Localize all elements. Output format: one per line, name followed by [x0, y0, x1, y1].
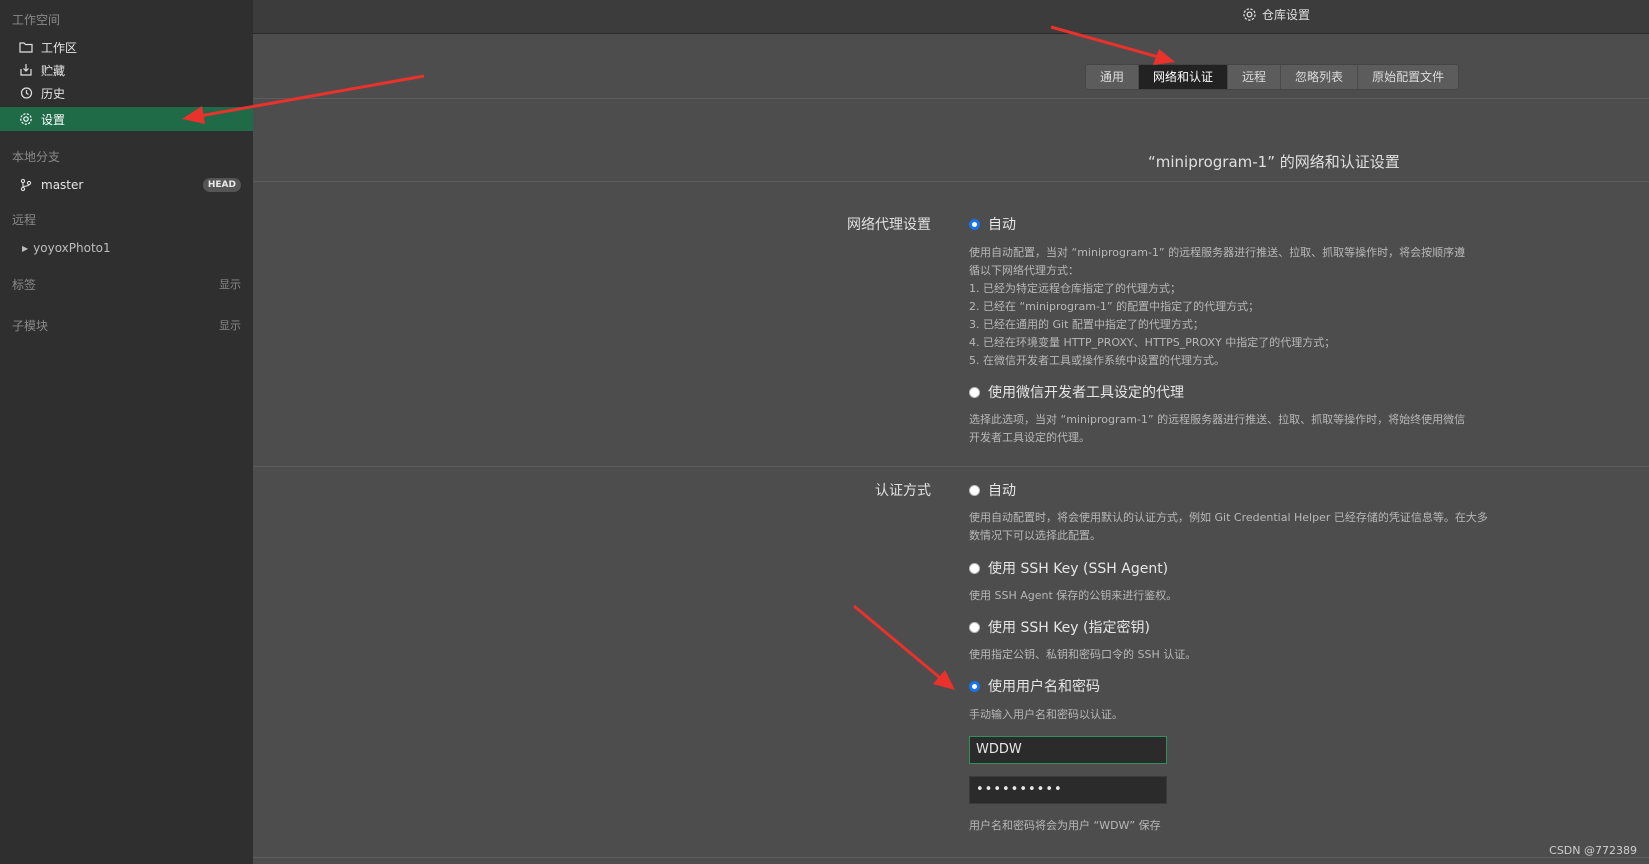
radio-selected-icon[interactable]: [969, 680, 980, 692]
remote-section-title: 远程: [12, 213, 37, 227]
gear-icon: [1242, 7, 1257, 22]
proxy-wechat-label: 使用微信开发者工具设定的代理: [988, 385, 1184, 401]
radio-selected-icon[interactable]: [969, 218, 980, 230]
sidebar-item-settings[interactable]: 设置: [0, 107, 253, 131]
desc-line: 4. 已经在环境变量 HTTP_PROXY、HTTPS_PROXY 中指定了的代…: [969, 336, 1336, 349]
divider: [253, 857, 1649, 858]
username-input[interactable]: WDDW: [969, 736, 1167, 764]
tab-raw-config[interactable]: 原始配置文件: [1358, 65, 1458, 89]
auth-ssh-agent-description: 使用 SSH Agent 保存的公钥来进行鉴权。: [969, 589, 1178, 602]
sidebar-item-history[interactable]: 历史: [0, 81, 253, 105]
auth-ssh-agent-label: 使用 SSH Key (SSH Agent): [988, 561, 1169, 577]
auth-ssh-agent-option[interactable]: 使用 SSH Key (SSH Agent): [969, 558, 1168, 578]
tab-network-auth[interactable]: 网络和认证: [1139, 65, 1229, 89]
auth-ssh-key-description: 使用指定公钥、私钥和密码口令的 SSH 认证。: [969, 648, 1197, 661]
sidebar-item-label: 设置: [41, 112, 66, 127]
stash-icon: [19, 63, 33, 77]
settings-tabs: 通用 网络和认证 远程 忽略列表 原始配置文件: [1085, 64, 1460, 90]
desc-line: 循以下网络代理方式：: [969, 264, 1079, 277]
desc-line: 2. 已经在 “miniprogram-1” 的配置中指定了的代理方式；: [969, 300, 1260, 313]
desc-line: 使用自动配置，当对 “miniprogram-1” 的远程服务器进行推送、拉取、…: [969, 246, 1466, 259]
sidebar-item-label: 历史: [41, 86, 66, 101]
topbar: [253, 0, 1649, 34]
auth-userpass-description: 手动输入用户名和密码以认证。: [969, 708, 1123, 721]
local-branches-title: 本地分支: [12, 150, 61, 164]
tags-show-toggle[interactable]: 显示: [219, 276, 241, 292]
branch-item-master[interactable]: master HEAD: [0, 173, 253, 197]
sidebar-item-label: 贮藏: [41, 63, 66, 78]
auth-auto-label: 自动: [988, 483, 1016, 499]
tab-ignore-list[interactable]: 忽略列表: [1281, 65, 1359, 89]
radio-unselected-icon[interactable]: [969, 621, 980, 633]
branch-icon: [19, 178, 33, 192]
proxy-auto-option[interactable]: 自动: [969, 214, 1016, 234]
desc-line: 1. 已经为特定远程仓库指定了的代理方式；: [969, 282, 1181, 295]
proxy-settings-label: 网络代理设置: [847, 217, 931, 233]
watermark: CSDN @772389: [1549, 844, 1637, 857]
desc-line: 使用自动配置时，将会使用默认的认证方式，例如 Git Credential He…: [969, 511, 1488, 524]
auth-method-label: 认证方式: [875, 483, 931, 499]
caret-right-icon: ▶: [22, 243, 29, 253]
sidebar: 工作空间 工作区 贮藏 历史 设置 本地分支 master HEAD 远程 ▶ …: [0, 0, 253, 864]
auth-userpass-label: 使用用户名和密码: [988, 679, 1100, 695]
gear-icon: [19, 112, 33, 126]
desc-line: 开发者工具设定的代理。: [969, 431, 1090, 444]
window-title: 仓库设置: [1242, 6, 1310, 23]
sidebar-item-label: 工作区: [41, 40, 78, 55]
divider: [253, 466, 1649, 467]
tab-remote[interactable]: 远程: [1228, 65, 1282, 89]
password-input[interactable]: ••••••••••: [969, 776, 1167, 804]
workspace-section-title: 工作空间: [12, 13, 61, 27]
sidebar-item-stash[interactable]: 贮藏: [0, 58, 253, 82]
tab-general[interactable]: 通用: [1086, 65, 1140, 89]
submodules-show-toggle[interactable]: 显示: [219, 317, 241, 333]
proxy-auto-description: 使用自动配置，当对 “miniprogram-1” 的远程服务器进行推送、拉取、…: [969, 244, 1529, 370]
credential-save-note: 用户名和密码将会为用户 “WDW” 保存: [969, 819, 1161, 832]
arrow-to-userpass: [853, 604, 955, 690]
divider: [253, 181, 1649, 182]
tags-section-title: 标签: [12, 278, 37, 292]
auth-userpass-option[interactable]: 使用用户名和密码: [969, 676, 1100, 696]
folder-icon: [19, 40, 33, 54]
remote-name: yoyoxPhoto1: [33, 241, 111, 255]
desc-line: 数情况下可以选择此配置。: [969, 529, 1101, 542]
radio-unselected-icon[interactable]: [969, 562, 980, 574]
sidebar-item-workspace[interactable]: 工作区: [0, 35, 253, 59]
proxy-wechat-description: 选择此选项，当对 “miniprogram-1” 的远程服务器进行推送、拉取、抓…: [969, 411, 1529, 447]
auth-ssh-key-option[interactable]: 使用 SSH Key (指定密钥): [969, 617, 1150, 637]
history-icon: [19, 86, 33, 100]
page-title: “miniprogram-1” 的网络和认证设置: [1148, 153, 1400, 171]
head-badge: HEAD: [202, 178, 241, 192]
window-title-text: 仓库设置: [1262, 8, 1311, 22]
proxy-auto-label: 自动: [988, 217, 1016, 233]
proxy-wechat-option[interactable]: 使用微信开发者工具设定的代理: [969, 382, 1184, 402]
submodules-section-title: 子模块: [12, 319, 49, 333]
branch-name: master: [41, 178, 84, 192]
auth-auto-option[interactable]: 自动: [969, 480, 1016, 500]
auth-auto-description: 使用自动配置时，将会使用默认的认证方式，例如 Git Credential He…: [969, 509, 1529, 545]
auth-ssh-key-label: 使用 SSH Key (指定密钥): [988, 620, 1150, 636]
desc-line: 3. 已经在通用的 Git 配置中指定了的代理方式；: [969, 318, 1204, 331]
desc-line: 选择此选项，当对 “miniprogram-1” 的远程服务器进行推送、拉取、抓…: [969, 413, 1466, 426]
divider: [253, 98, 1649, 99]
radio-unselected-icon[interactable]: [969, 386, 980, 398]
radio-unselected-icon[interactable]: [969, 484, 980, 496]
desc-line: 5. 在微信开发者工具或操作系统中设置的代理方式。: [969, 354, 1225, 367]
remote-item[interactable]: ▶ yoyoxPhoto1: [0, 236, 253, 260]
